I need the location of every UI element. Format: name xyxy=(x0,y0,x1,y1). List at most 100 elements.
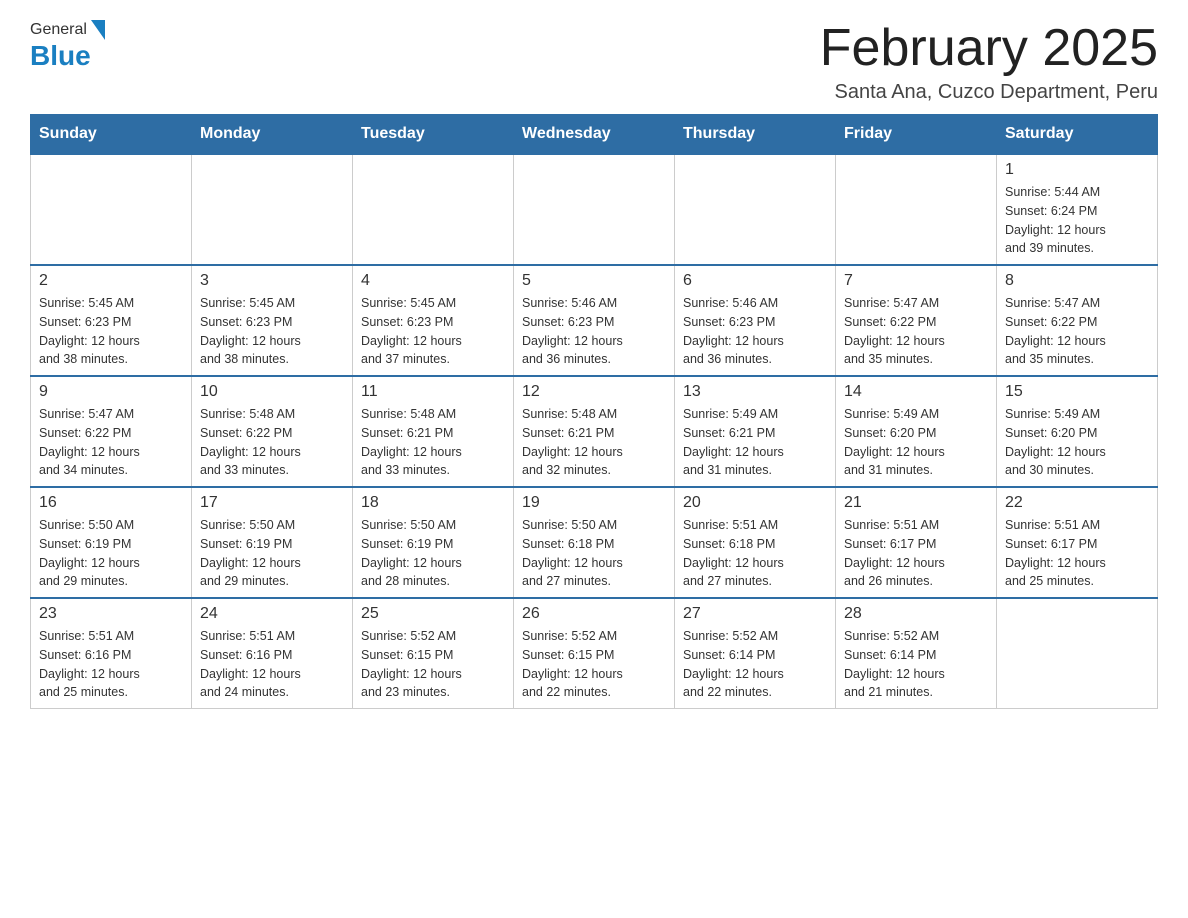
calendar-cell xyxy=(675,154,836,265)
calendar-cell xyxy=(353,154,514,265)
day-number: 25 xyxy=(361,605,505,623)
day-info: Sunrise: 5:50 AM Sunset: 6:19 PM Dayligh… xyxy=(39,516,183,591)
calendar-cell: 2 Sunrise: 5:45 AM Sunset: 6:23 PM Daylig… xyxy=(31,265,192,376)
calendar-cell: 18 Sunrise: 5:50 AM Sunset: 6:19 PM Dayli… xyxy=(353,487,514,598)
day-info: Sunrise: 5:52 AM Sunset: 6:15 PM Dayligh… xyxy=(522,627,666,702)
day-info: Sunrise: 5:49 AM Sunset: 6:20 PM Dayligh… xyxy=(1005,405,1149,480)
weekday-header-thursday: Thursday xyxy=(675,115,836,155)
day-number: 12 xyxy=(522,383,666,401)
calendar-cell: 5 Sunrise: 5:46 AM Sunset: 6:23 PM Daylig… xyxy=(514,265,675,376)
calendar-week-row: 16 Sunrise: 5:50 AM Sunset: 6:19 PM Dayli… xyxy=(31,487,1158,598)
day-number: 7 xyxy=(844,272,988,290)
day-info: Sunrise: 5:50 AM Sunset: 6:19 PM Dayligh… xyxy=(200,516,344,591)
calendar-cell xyxy=(514,154,675,265)
weekday-header-monday: Monday xyxy=(192,115,353,155)
location-text: Santa Ana, Cuzco Department, Peru xyxy=(820,81,1158,104)
day-number: 1 xyxy=(1005,161,1149,179)
calendar-cell: 27 Sunrise: 5:52 AM Sunset: 6:14 PM Dayli… xyxy=(675,598,836,709)
day-number: 8 xyxy=(1005,272,1149,290)
day-number: 21 xyxy=(844,494,988,512)
page-header: General Blue February 2025 Santa Ana, Cu… xyxy=(30,20,1158,104)
day-number: 5 xyxy=(522,272,666,290)
day-info: Sunrise: 5:45 AM Sunset: 6:23 PM Dayligh… xyxy=(361,294,505,369)
day-number: 4 xyxy=(361,272,505,290)
day-number: 9 xyxy=(39,383,183,401)
logo-blue-text: Blue xyxy=(30,40,91,72)
logo-triangle-icon xyxy=(91,20,105,40)
calendar-week-row: 9 Sunrise: 5:47 AM Sunset: 6:22 PM Daylig… xyxy=(31,376,1158,487)
day-number: 18 xyxy=(361,494,505,512)
calendar-week-row: 2 Sunrise: 5:45 AM Sunset: 6:23 PM Daylig… xyxy=(31,265,1158,376)
calendar-cell: 6 Sunrise: 5:46 AM Sunset: 6:23 PM Daylig… xyxy=(675,265,836,376)
day-info: Sunrise: 5:45 AM Sunset: 6:23 PM Dayligh… xyxy=(200,294,344,369)
day-info: Sunrise: 5:46 AM Sunset: 6:23 PM Dayligh… xyxy=(522,294,666,369)
calendar-week-row: 1 Sunrise: 5:44 AM Sunset: 6:24 PM Daylig… xyxy=(31,154,1158,265)
day-info: Sunrise: 5:47 AM Sunset: 6:22 PM Dayligh… xyxy=(39,405,183,480)
day-info: Sunrise: 5:50 AM Sunset: 6:19 PM Dayligh… xyxy=(361,516,505,591)
calendar-cell: 13 Sunrise: 5:49 AM Sunset: 6:21 PM Dayli… xyxy=(675,376,836,487)
day-info: Sunrise: 5:49 AM Sunset: 6:20 PM Dayligh… xyxy=(844,405,988,480)
day-number: 6 xyxy=(683,272,827,290)
calendar-cell: 15 Sunrise: 5:49 AM Sunset: 6:20 PM Dayli… xyxy=(997,376,1158,487)
calendar-cell: 19Sunrise: 5:50 AM Sunset: 6:18 PM Dayli… xyxy=(514,487,675,598)
day-info: Sunrise: 5:51 AM Sunset: 6:17 PM Dayligh… xyxy=(844,516,988,591)
calendar-cell xyxy=(997,598,1158,709)
weekday-header-sunday: Sunday xyxy=(31,115,192,155)
day-info: Sunrise: 5:49 AM Sunset: 6:21 PM Dayligh… xyxy=(683,405,827,480)
calendar-cell: 25Sunrise: 5:52 AM Sunset: 6:15 PM Dayli… xyxy=(353,598,514,709)
calendar-cell: 8Sunrise: 5:47 AM Sunset: 6:22 PM Daylig… xyxy=(997,265,1158,376)
calendar-week-row: 23Sunrise: 5:51 AM Sunset: 6:16 PM Dayli… xyxy=(31,598,1158,709)
title-area: February 2025 Santa Ana, Cuzco Departmen… xyxy=(820,20,1158,104)
day-info: Sunrise: 5:45 AM Sunset: 6:23 PM Dayligh… xyxy=(39,294,183,369)
day-number: 16 xyxy=(39,494,183,512)
calendar-cell xyxy=(31,154,192,265)
day-number: 27 xyxy=(683,605,827,623)
day-number: 22 xyxy=(1005,494,1149,512)
day-number: 13 xyxy=(683,383,827,401)
calendar-cell: 10Sunrise: 5:48 AM Sunset: 6:22 PM Dayli… xyxy=(192,376,353,487)
day-number: 2 xyxy=(39,272,183,290)
calendar-cell: 28 Sunrise: 5:52 AM Sunset: 6:14 PM Dayli… xyxy=(836,598,997,709)
calendar-cell: 7 Sunrise: 5:47 AM Sunset: 6:22 PM Daylig… xyxy=(836,265,997,376)
day-number: 10 xyxy=(200,383,344,401)
day-info: Sunrise: 5:47 AM Sunset: 6:22 PM Dayligh… xyxy=(844,294,988,369)
calendar-cell xyxy=(192,154,353,265)
weekday-header-wednesday: Wednesday xyxy=(514,115,675,155)
day-info: Sunrise: 5:51 AM Sunset: 6:16 PM Dayligh… xyxy=(200,627,344,702)
day-number: 14 xyxy=(844,383,988,401)
calendar-cell: 20 Sunrise: 5:51 AM Sunset: 6:18 PM Dayli… xyxy=(675,487,836,598)
day-number: 26 xyxy=(522,605,666,623)
logo: General Blue xyxy=(30,20,107,72)
day-number: 11 xyxy=(361,383,505,401)
calendar-cell: 17 Sunrise: 5:50 AM Sunset: 6:19 PM Dayli… xyxy=(192,487,353,598)
day-number: 20 xyxy=(683,494,827,512)
calendar-cell: 14 Sunrise: 5:49 AM Sunset: 6:20 PM Dayli… xyxy=(836,376,997,487)
calendar-cell: 23Sunrise: 5:51 AM Sunset: 6:16 PM Dayli… xyxy=(31,598,192,709)
day-info: Sunrise: 5:46 AM Sunset: 6:23 PM Dayligh… xyxy=(683,294,827,369)
day-info: Sunrise: 5:52 AM Sunset: 6:14 PM Dayligh… xyxy=(683,627,827,702)
calendar-cell: 24Sunrise: 5:51 AM Sunset: 6:16 PM Dayli… xyxy=(192,598,353,709)
logo-general-text: General xyxy=(30,21,87,39)
day-number: 15 xyxy=(1005,383,1149,401)
weekday-header-saturday: Saturday xyxy=(997,115,1158,155)
calendar-cell: 9 Sunrise: 5:47 AM Sunset: 6:22 PM Daylig… xyxy=(31,376,192,487)
day-info: Sunrise: 5:51 AM Sunset: 6:18 PM Dayligh… xyxy=(683,516,827,591)
calendar-cell: 16 Sunrise: 5:50 AM Sunset: 6:19 PM Dayli… xyxy=(31,487,192,598)
weekday-header-tuesday: Tuesday xyxy=(353,115,514,155)
day-number: 28 xyxy=(844,605,988,623)
month-title: February 2025 xyxy=(820,20,1158,77)
weekday-header-friday: Friday xyxy=(836,115,997,155)
day-info: Sunrise: 5:44 AM Sunset: 6:24 PM Dayligh… xyxy=(1005,183,1149,258)
calendar-cell: 26 Sunrise: 5:52 AM Sunset: 6:15 PM Dayli… xyxy=(514,598,675,709)
day-info: Sunrise: 5:52 AM Sunset: 6:14 PM Dayligh… xyxy=(844,627,988,702)
day-info: Sunrise: 5:48 AM Sunset: 6:21 PM Dayligh… xyxy=(361,405,505,480)
calendar-cell: 21 Sunrise: 5:51 AM Sunset: 6:17 PM Dayli… xyxy=(836,487,997,598)
calendar-cell: 4 Sunrise: 5:45 AM Sunset: 6:23 PM Daylig… xyxy=(353,265,514,376)
day-info: Sunrise: 5:50 AM Sunset: 6:18 PM Dayligh… xyxy=(522,516,666,591)
calendar-cell: 11 Sunrise: 5:48 AM Sunset: 6:21 PM Dayli… xyxy=(353,376,514,487)
calendar-cell: 3Sunrise: 5:45 AM Sunset: 6:23 PM Daylig… xyxy=(192,265,353,376)
calendar-cell: 22Sunrise: 5:51 AM Sunset: 6:17 PM Dayli… xyxy=(997,487,1158,598)
day-info: Sunrise: 5:48 AM Sunset: 6:21 PM Dayligh… xyxy=(522,405,666,480)
day-number: 17 xyxy=(200,494,344,512)
calendar-table: SundayMondayTuesdayWednesdayThursdayFrid… xyxy=(30,114,1158,709)
